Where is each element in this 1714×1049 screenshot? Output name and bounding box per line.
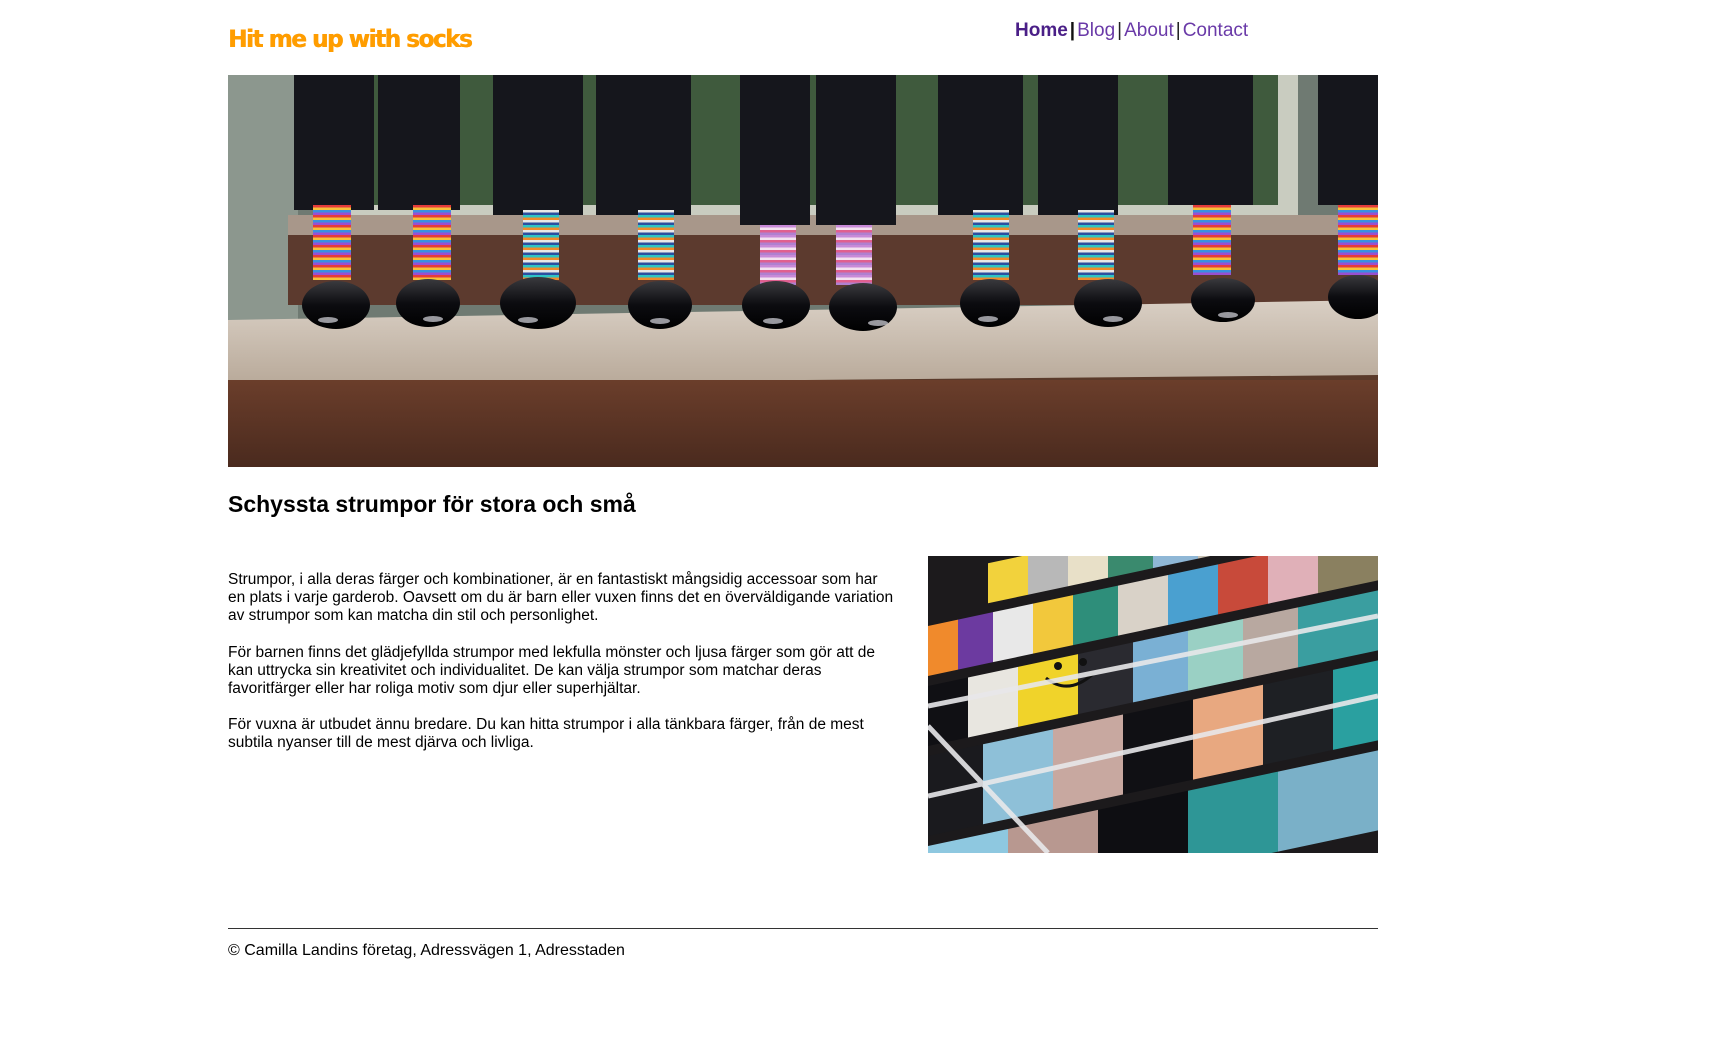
- page-container: Hit me up with socks Home | Blog | About | Con…: [228, 0, 1378, 960]
- paragraph: För barnen finns det glädjefyllda strump…: [228, 643, 876, 698]
- paragraph: För vuxna är utbudet ännu bredare. Du ka…: [228, 716, 864, 752]
- page-heading: Schyssta strumpor för stora och små: [228, 491, 636, 517]
- nav-blog[interactable]: Blog: [1077, 20, 1115, 41]
- socks-rack-illustration: [928, 556, 1378, 853]
- article-text: Strumpor, i alla deras färger och kombin…: [228, 571, 898, 771]
- site-header: Hit me up with socks Home | Blog | About | Con…: [228, 0, 1378, 75]
- site-logo[interactable]: Hit me up with socks: [228, 26, 473, 53]
- nav-contact[interactable]: Contact: [1183, 20, 1248, 41]
- nav-separator: |: [1069, 20, 1076, 41]
- main-nav: Home | Blog | About | Contact: [1015, 20, 1248, 42]
- nav-home[interactable]: Home: [1015, 20, 1068, 41]
- nav-separator: |: [1175, 20, 1181, 41]
- legs-group: [294, 75, 1378, 331]
- socks-rack-image: [928, 556, 1378, 853]
- nav-separator: |: [1117, 20, 1123, 41]
- hero-image: [228, 75, 1378, 467]
- main-content: Strumpor, i alla deras färger och kombin…: [228, 556, 1378, 856]
- hero-socks-illustration: [228, 75, 1378, 467]
- footer-divider: [228, 928, 1378, 929]
- paragraph: Strumpor, i alla deras färger och kombin…: [228, 571, 894, 625]
- footer-text: © Camilla Landins företag, Adressvägen 1…: [228, 942, 625, 959]
- nav-about[interactable]: About: [1124, 20, 1174, 41]
